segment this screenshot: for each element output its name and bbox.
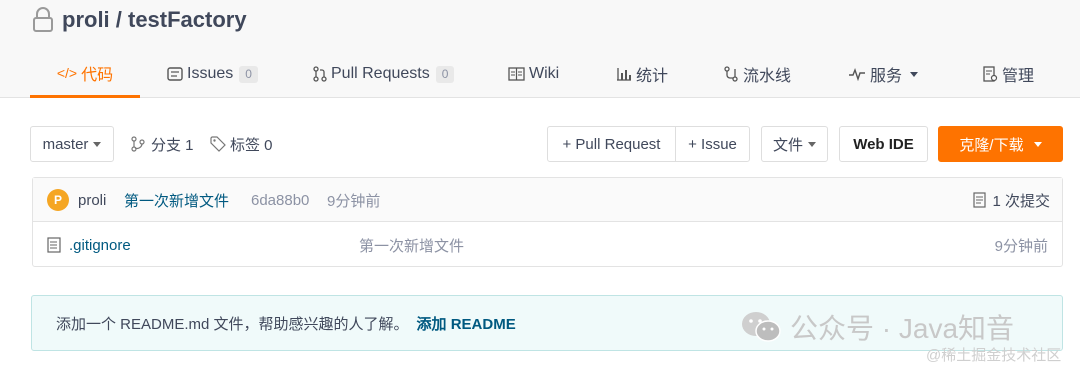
file-icon (47, 237, 61, 253)
issues-count-badge: 0 (239, 65, 258, 83)
tab-services[interactable]: 服务 (848, 50, 919, 98)
tab-pull-requests[interactable]: Pull Requests 0 (313, 50, 455, 98)
tab-pipeline-label: 流水线 (743, 68, 792, 85)
clone-download-label: 克隆/下载 (959, 136, 1024, 154)
wiki-icon (508, 67, 525, 81)
repo-name[interactable]: proli / testFactory (62, 7, 247, 33)
commit-hash[interactable]: 6da88b0 (251, 178, 309, 222)
file-commit-message[interactable]: 第一次新增文件 (359, 223, 464, 267)
branch-select[interactable]: master (30, 126, 114, 162)
tab-services-label: 服务 (870, 68, 903, 85)
web-ide-label: Web IDE (853, 135, 914, 153)
new-pull-request-button[interactable]: + Pull Request (547, 126, 676, 162)
commit-count-label: 1 次提交 (992, 192, 1050, 210)
commit-author[interactable]: proli (78, 178, 106, 222)
chevron-down-icon (910, 71, 919, 77)
chevron-down-icon (93, 141, 102, 147)
new-pull-request-label: + Pull Request (562, 135, 661, 153)
watermark: 公众号 · Java知音 (740, 308, 1014, 346)
tags-link[interactable]: 标签 0 (210, 126, 273, 162)
repo-tabs: </> 代码 Issues 0 Pull Requests 0 Wiki 统计 … (30, 50, 1070, 98)
tab-manage-label: 管理 (1002, 68, 1035, 85)
readme-notice-text: 添加一个 README.md 文件，帮助感兴趣的人了解。 (56, 315, 409, 333)
table-row: .gitignore 第一次新增文件 9分钟前 (33, 223, 1062, 267)
pull-requests-count-badge: 0 (435, 65, 455, 83)
issues-icon (167, 66, 183, 82)
file-name: .gitignore (69, 236, 131, 254)
file-menu-label: 文件 (772, 136, 803, 154)
wechat-icon (742, 312, 781, 342)
latest-commit-bar: P proli 第一次新增文件 6da88b0 9分钟前 1 次提交 (33, 178, 1062, 222)
tag-icon (210, 136, 226, 152)
tab-pull-requests-label: Pull Requests (331, 65, 430, 82)
tags-label: 标签 0 (230, 136, 273, 154)
code-icon: </> (56, 64, 78, 81)
repo-toolbar: master 分支 1 标签 0 + Pull Request + Issue … (30, 126, 1064, 162)
pulse-icon (848, 67, 866, 81)
repo-title: proli / testFactory (32, 6, 247, 34)
settings-doc-icon (982, 66, 998, 82)
watermark-sub: @稀土掘金技术社区 (926, 347, 1062, 364)
pipeline-icon (723, 66, 739, 82)
branches-label: 分支 1 (151, 136, 194, 154)
chart-icon (616, 67, 632, 81)
file-menu-button[interactable]: 文件 (761, 126, 828, 162)
branches-link[interactable]: 分支 1 (131, 126, 194, 162)
commit-count-link[interactable]: 1 次提交 (973, 178, 1050, 222)
file-commit-time: 9分钟前 (994, 237, 1048, 255)
pull-request-icon (313, 66, 327, 82)
file-browser: P proli 第一次新增文件 6da88b0 9分钟前 1 次提交 .giti… (32, 177, 1063, 267)
watermark-text: 公众号 · Java知音 (790, 313, 1015, 344)
tab-stats-label: 统计 (636, 68, 669, 85)
tab-wiki[interactable]: Wiki (508, 50, 559, 98)
add-readme-link[interactable]: 添加 README (417, 313, 516, 334)
chevron-down-icon (808, 141, 816, 147)
commit-message[interactable]: 第一次新增文件 (124, 178, 229, 222)
new-issue-button[interactable]: + Issue (675, 126, 750, 162)
tab-issues-label: Issues (187, 65, 234, 82)
branch-select-label: master (42, 135, 89, 153)
branch-icon (131, 136, 145, 152)
tab-manage[interactable]: 管理 (982, 50, 1034, 98)
tab-issues[interactable]: Issues 0 (167, 50, 258, 98)
web-ide-button[interactable]: Web IDE (839, 126, 928, 162)
tab-pipeline[interactable]: 流水线 (723, 50, 791, 98)
lock-icon (33, 7, 53, 32)
tab-code-label: 代码 (81, 66, 114, 84)
tab-stats[interactable]: 统计 (616, 50, 668, 98)
avatar[interactable]: P (47, 189, 69, 211)
file-name-link[interactable]: .gitignore (47, 223, 131, 267)
commit-list-icon (973, 192, 987, 208)
new-issue-label: + Issue (688, 135, 737, 153)
repo-header: proli / testFactory </> 代码 Issues 0 Pull… (0, 0, 1080, 98)
clone-download-button[interactable]: 克隆/下载 (938, 126, 1063, 162)
tab-code[interactable]: </> 代码 (30, 50, 140, 98)
commit-time: 9分钟前 (327, 192, 381, 210)
tab-wiki-label: Wiki (529, 65, 560, 82)
chevron-down-icon (1033, 141, 1042, 147)
